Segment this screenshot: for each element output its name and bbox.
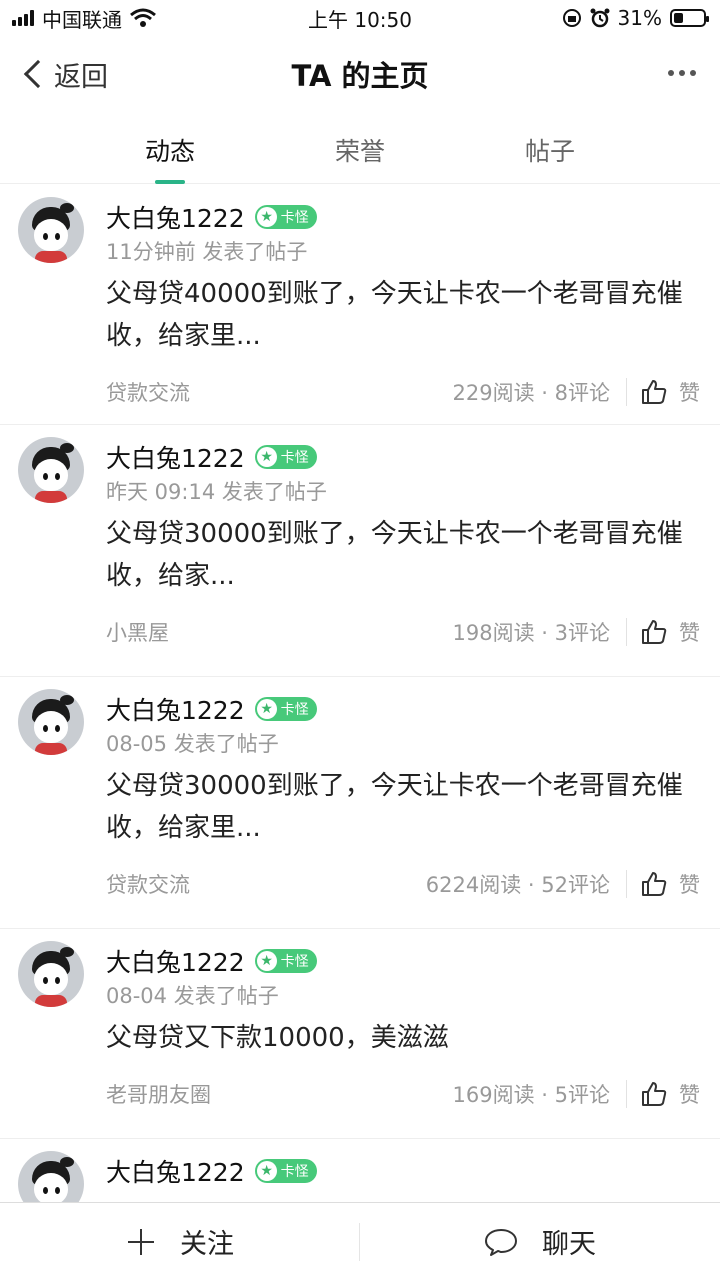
post-footer: 贷款交流 6224阅读 · 52评论 赞 bbox=[106, 869, 700, 899]
like-label[interactable]: 赞 bbox=[679, 377, 700, 407]
badge-label: 卡怪 bbox=[280, 210, 309, 226]
star-icon: ★ bbox=[256, 1161, 277, 1181]
wifi-icon bbox=[130, 8, 156, 27]
username[interactable]: 大白兔1222 bbox=[106, 1153, 245, 1189]
user-level-badge: ★ 卡怪 bbox=[254, 949, 317, 973]
post-footer: 小黑屋 198阅读 · 3评论 赞 bbox=[106, 617, 700, 647]
post-stats: 198阅读 · 3评论 bbox=[452, 621, 610, 645]
battery-percent: 31% bbox=[617, 6, 662, 30]
badge-label: 卡怪 bbox=[280, 954, 309, 970]
chat-label: 聊天 bbox=[542, 1229, 596, 1260]
chat-bubble-icon bbox=[485, 1228, 517, 1256]
post-content[interactable]: 父母贷30000到账了，今天让卡农一个老哥冒充催收，给家里... bbox=[106, 765, 696, 849]
like-label[interactable]: 赞 bbox=[679, 1079, 700, 1109]
post-footer: 老哥朋友圈 169阅读 · 5评论 赞 bbox=[106, 1079, 700, 1109]
star-icon: ★ bbox=[256, 699, 277, 719]
thumbs-up-icon[interactable] bbox=[641, 1081, 667, 1107]
badge-label: 卡怪 bbox=[280, 702, 309, 718]
post-content[interactable]: 父母贷40000到账了，今天让卡农一个老哥冒充催收，给家里... bbox=[106, 273, 696, 357]
alarm-icon bbox=[590, 8, 610, 28]
username[interactable]: 大白兔1222 bbox=[106, 439, 245, 475]
post-meta: 昨天 09:14 发表了帖子 bbox=[106, 480, 327, 504]
post-stats: 6224阅读 · 52评论 bbox=[425, 873, 610, 897]
tab-bar: 动态 荣誉 帖子 bbox=[0, 112, 720, 184]
thumbs-up-icon[interactable] bbox=[641, 871, 667, 897]
tab-posts[interactable]: 帖子 bbox=[490, 132, 610, 168]
follow-button[interactable]: 关注 bbox=[0, 1203, 360, 1280]
post-meta: 11分钟前 发表了帖子 bbox=[106, 240, 308, 264]
post-content[interactable]: 父母贷30000到账了，今天让卡农一个老哥冒充催收，给家... bbox=[106, 513, 696, 597]
post-category[interactable]: 小黑屋 bbox=[106, 617, 453, 647]
user-level-badge: ★ 卡怪 bbox=[254, 697, 317, 721]
post-stats: 229阅读 · 8评论 bbox=[452, 381, 610, 405]
like-label[interactable]: 赞 bbox=[679, 617, 700, 647]
username[interactable]: 大白兔1222 bbox=[106, 943, 245, 979]
rotation-lock-icon bbox=[562, 9, 581, 27]
star-icon: ★ bbox=[256, 447, 277, 467]
post-item[interactable]: 大白兔1222 ★ 卡怪 08-05 发表了帖子 父母贷30000到账了，今天让… bbox=[0, 677, 720, 929]
signal-icon bbox=[12, 10, 34, 26]
user-level-badge: ★ 卡怪 bbox=[254, 205, 317, 229]
post-category[interactable]: 老哥朋友圈 bbox=[106, 1079, 453, 1109]
post-content[interactable]: 父母贷又下款10000，美滋滋 bbox=[106, 1017, 696, 1059]
post-item[interactable]: 大白兔1222 ★ 卡怪 昨天 09:14 发表了帖子 父母贷30000到账了，… bbox=[0, 425, 720, 677]
post-item[interactable]: 大白兔1222 ★ 卡怪 08-04 发表了帖子 父母贷又下款10000，美滋滋… bbox=[0, 929, 720, 1139]
post-category[interactable]: 贷款交流 bbox=[106, 377, 453, 407]
user-level-badge: ★ 卡怪 bbox=[254, 1159, 317, 1183]
avatar[interactable] bbox=[18, 1151, 84, 1202]
avatar[interactable] bbox=[18, 437, 84, 503]
post-feed[interactable]: 大白兔1222 ★ 卡怪 11分钟前 发表了帖子 父母贷40000到账了，今天让… bbox=[0, 185, 720, 1202]
post-item[interactable]: 大白兔1222 ★ 卡怪 bbox=[0, 1139, 720, 1202]
post-stats: 169阅读 · 5评论 bbox=[452, 1083, 610, 1107]
star-icon: ★ bbox=[256, 207, 277, 227]
post-item[interactable]: 大白兔1222 ★ 卡怪 11分钟前 发表了帖子 父母贷40000到账了，今天让… bbox=[0, 185, 720, 425]
post-meta: 08-04 发表了帖子 bbox=[106, 984, 279, 1008]
bottom-action-bar: 关注 聊天 bbox=[0, 1202, 720, 1280]
thumbs-up-icon[interactable] bbox=[641, 619, 667, 645]
badge-label: 卡怪 bbox=[280, 450, 309, 466]
badge-label: 卡怪 bbox=[280, 1164, 309, 1180]
post-category[interactable]: 贷款交流 bbox=[106, 869, 426, 899]
like-label[interactable]: 赞 bbox=[679, 869, 700, 899]
battery-icon bbox=[670, 9, 709, 27]
thumbs-up-icon[interactable] bbox=[641, 379, 667, 405]
more-options-icon[interactable] bbox=[668, 70, 696, 76]
carrier-label: 中国联通 bbox=[42, 7, 122, 32]
plus-icon bbox=[128, 1228, 154, 1255]
active-tab-indicator bbox=[155, 180, 185, 184]
chat-button[interactable]: 聊天 bbox=[360, 1203, 720, 1280]
username[interactable]: 大白兔1222 bbox=[106, 691, 245, 727]
status-bar: 中国联通 上午 10:50 31% bbox=[0, 0, 720, 36]
tab-honors[interactable]: 荣誉 bbox=[300, 132, 420, 168]
page-title: TA 的主页 bbox=[291, 59, 429, 93]
username[interactable]: 大白兔1222 bbox=[106, 199, 245, 235]
avatar[interactable] bbox=[18, 941, 84, 1007]
follow-label: 关注 bbox=[180, 1229, 234, 1260]
avatar[interactable] bbox=[18, 197, 84, 263]
user-level-badge: ★ 卡怪 bbox=[254, 445, 317, 469]
tab-activity[interactable]: 动态 bbox=[110, 132, 230, 168]
post-meta: 08-05 发表了帖子 bbox=[106, 732, 279, 756]
nav-bar: 返回 TA 的主页 bbox=[0, 36, 720, 112]
star-icon: ★ bbox=[256, 951, 277, 971]
avatar[interactable] bbox=[18, 689, 84, 755]
post-footer: 贷款交流 229阅读 · 8评论 赞 bbox=[106, 377, 700, 407]
battery-level bbox=[674, 13, 683, 23]
